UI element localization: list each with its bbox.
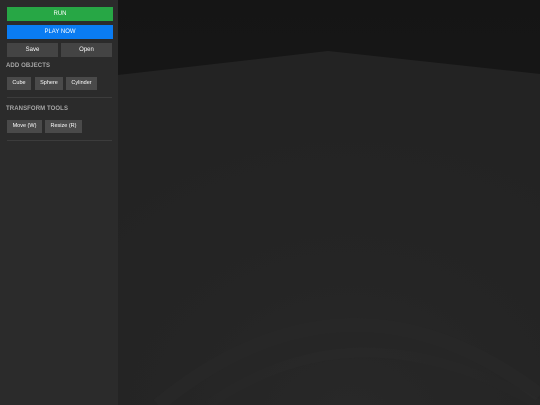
sidebar-panel: RUN PLAY NOW Save Open ADD OBJECTS Cube … <box>0 0 118 405</box>
section-divider <box>7 140 112 141</box>
open-button[interactable]: Open <box>61 43 112 57</box>
add-cube-button[interactable]: Cube <box>7 77 31 90</box>
play-now-button[interactable]: PLAY NOW <box>7 25 113 39</box>
3d-viewport[interactable] <box>118 0 540 405</box>
editor-window: RUN PLAY NOW Save Open ADD OBJECTS Cube … <box>0 0 540 405</box>
resize-tool-button[interactable]: Resize (R) <box>45 120 82 133</box>
section-divider <box>7 97 112 98</box>
move-tool-button[interactable]: Move (W) <box>7 120 42 133</box>
transform-tools-heading: TRANSFORM TOOLS <box>6 106 69 112</box>
scene-canvas <box>118 0 540 405</box>
file-actions-row: Save Open <box>7 43 113 57</box>
save-button[interactable]: Save <box>7 43 58 57</box>
run-button[interactable]: RUN <box>7 7 113 21</box>
add-sphere-button[interactable]: Sphere <box>35 77 63 90</box>
add-objects-heading: ADD OBJECTS <box>6 63 51 69</box>
add-cylinder-button[interactable]: Cylinder <box>66 77 97 90</box>
